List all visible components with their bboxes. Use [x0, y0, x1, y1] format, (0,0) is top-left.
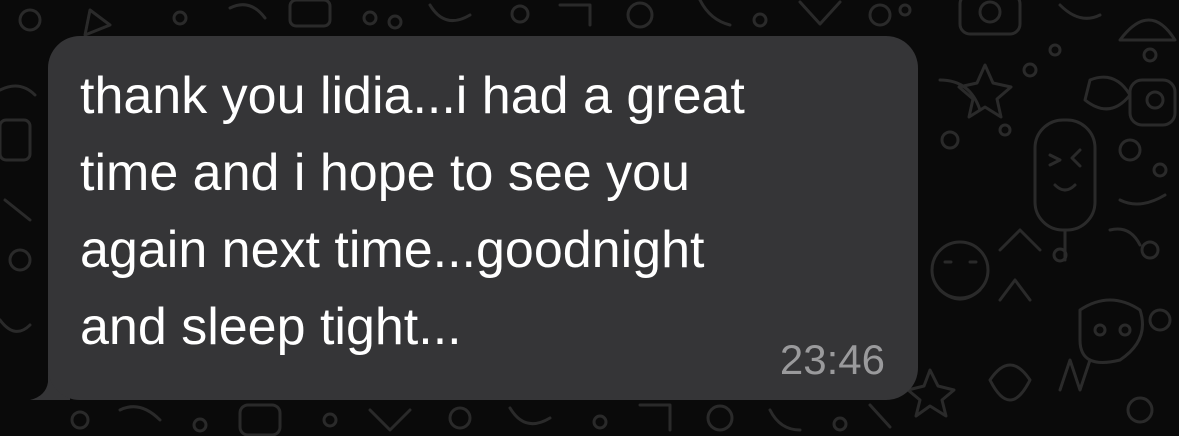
- message-text: thank you lidia...i had a great time and…: [80, 67, 745, 356]
- message-timestamp: 23:46: [779, 336, 885, 383]
